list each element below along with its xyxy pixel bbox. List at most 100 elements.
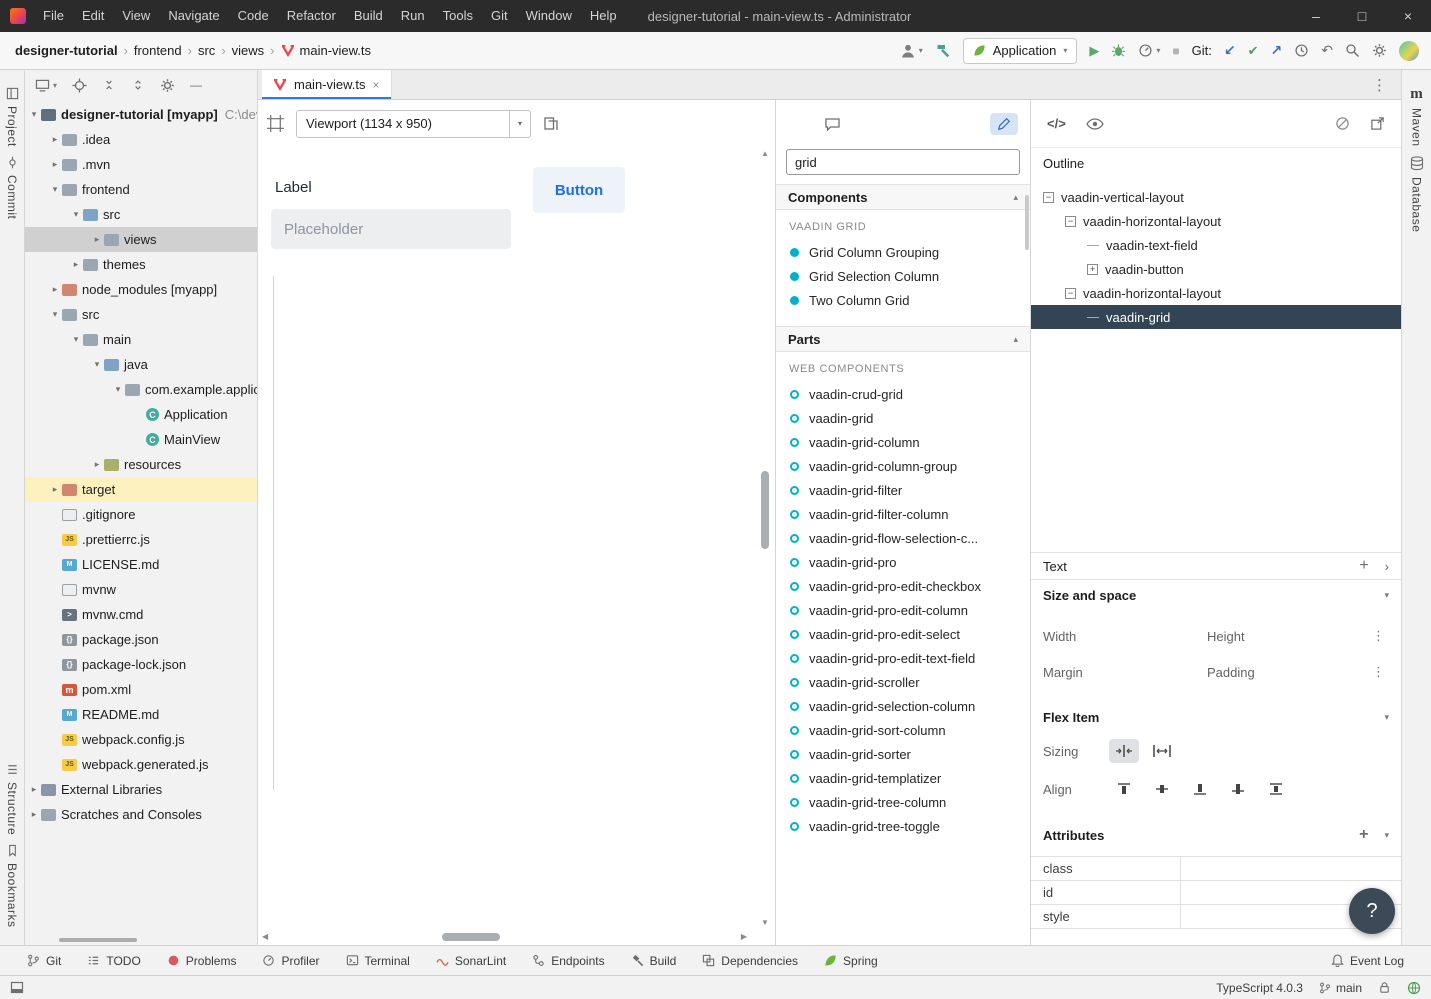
status-globe[interactable]	[1407, 981, 1421, 995]
tree-item-designer-tutorial-myapp[interactable]: ▾designer-tutorial [myapp]C:\dev\	[25, 102, 257, 127]
space-row-menu-icon[interactable]: ⋮	[1368, 664, 1389, 680]
caret-down-icon[interactable]: ▾	[1384, 712, 1389, 723]
coverage-button[interactable]: ▾	[1138, 43, 1160, 58]
tree-item-mvnw-cmd[interactable]: >mvnw.cmd	[25, 602, 257, 627]
outline-collapse-icon[interactable]: −	[1065, 216, 1076, 227]
outline-expand-icon[interactable]: +	[1087, 264, 1098, 275]
outline-item-vaadin-button[interactable]: +vaadin-button	[1031, 257, 1401, 281]
user-menu-button[interactable]: ▾	[900, 43, 923, 59]
project-horizontal-scrollbar[interactable]	[59, 938, 137, 942]
tree-item-node-modules-myapp[interactable]: ▸node_modules [myapp]	[25, 277, 257, 302]
palette-item-vaadin-grid-tree-toggle[interactable]: vaadin-grid-tree-toggle	[776, 814, 1030, 838]
align-end-button[interactable]	[1185, 777, 1215, 801]
canvas-text-field-label[interactable]: Label	[275, 179, 312, 196]
size-section-header[interactable]: Size and space ▾	[1031, 580, 1401, 610]
status-build[interactable]: Build	[618, 946, 690, 975]
palette-item-vaadin-crud-grid[interactable]: vaadin-crud-grid	[776, 382, 1030, 406]
palette-item-vaadin-grid-filter[interactable]: vaadin-grid-filter	[776, 478, 1030, 502]
chevron-right-icon[interactable]: ▸	[49, 284, 61, 295]
artboard-icon[interactable]	[267, 115, 284, 132]
design-canvas[interactable]: Label Button Placeholder ▲ ▼ ◀ ▶	[258, 147, 775, 945]
tree-item-webpack-config-js[interactable]: JSwebpack.config.js	[25, 727, 257, 752]
tree-item-mvnw[interactable]: mvnw	[25, 577, 257, 602]
chevron-right-icon[interactable]: ▸	[91, 459, 103, 470]
tree-item-themes[interactable]: ▸themes	[25, 252, 257, 277]
status-typescript-4-0-3[interactable]: TypeScript 4.0.3	[1216, 981, 1303, 995]
chevron-down-icon[interactable]: ▾	[49, 184, 61, 195]
menu-git[interactable]: Git	[482, 0, 517, 32]
tree-item-package-lock-json[interactable]: {}package-lock.json	[25, 652, 257, 677]
align-start-button[interactable]	[1109, 777, 1139, 801]
width-field[interactable]: Width	[1043, 629, 1207, 644]
tree-item-idea[interactable]: ▸.idea	[25, 127, 257, 152]
sizing-grow-button[interactable]	[1147, 739, 1177, 763]
palette-item-vaadin-grid-filter-column[interactable]: vaadin-grid-filter-column	[776, 502, 1030, 526]
canvas-horizontal-scrollbar[interactable]: ◀ ▶	[262, 930, 747, 943]
status-terminal[interactable]: Terminal	[333, 946, 423, 975]
tree-item-application[interactable]: CApplication	[25, 402, 257, 427]
expand-all-button[interactable]	[131, 78, 145, 92]
search-everywhere-button[interactable]	[1345, 43, 1360, 58]
chevron-right-icon[interactable]: ▸	[49, 484, 61, 495]
maximize-button[interactable]: □	[1339, 0, 1385, 32]
status-problems[interactable]: Problems	[154, 946, 250, 975]
menu-tools[interactable]: Tools	[434, 0, 482, 32]
add-text-icon[interactable]: +	[1359, 558, 1368, 574]
add-attribute-icon[interactable]: +	[1359, 827, 1368, 843]
palette-item-vaadin-grid-tree-column[interactable]: vaadin-grid-tree-column	[776, 790, 1030, 814]
outline-collapse-icon[interactable]: −	[1065, 288, 1076, 299]
chevron-down-icon[interactable]: ▾	[49, 309, 61, 320]
project-options-button[interactable]	[160, 78, 175, 93]
tab-options-icon[interactable]: ⋮	[1358, 76, 1401, 94]
scroll-up-icon[interactable]: ▲	[758, 149, 772, 158]
palette-item-two-column-grid[interactable]: Two Column Grid	[776, 288, 1030, 312]
chevron-right-icon[interactable]: ▸	[70, 259, 82, 270]
open-in-window-icon[interactable]	[1370, 116, 1385, 131]
outline-item-vaadin-grid[interactable]: vaadin-grid	[1031, 305, 1401, 329]
menu-window[interactable]: Window	[517, 0, 581, 32]
scroll-left-icon[interactable]: ◀	[262, 932, 268, 941]
git-push-button[interactable]: ↗	[1271, 42, 1283, 59]
chevron-right-icon[interactable]: ▸	[49, 159, 61, 170]
palette-item-vaadin-grid-pro-edit-select[interactable]: vaadin-grid-pro-edit-select	[776, 622, 1030, 646]
palette-item-vaadin-grid-templatizer[interactable]: vaadin-grid-templatizer	[776, 766, 1030, 790]
components-section-header[interactable]: Components ▴	[776, 184, 1030, 210]
undo-button[interactable]: ↶	[1321, 42, 1333, 59]
status-git[interactable]: Git	[14, 946, 74, 975]
parts-section-header[interactable]: Parts ▴	[776, 326, 1030, 352]
canvas-button[interactable]: Button	[533, 167, 625, 213]
locate-file-button[interactable]	[72, 78, 87, 93]
tab-main-view-ts[interactable]: main-view.ts ×	[262, 70, 392, 99]
viewport-select[interactable]: Viewport (1134 x 950) ▾	[296, 110, 531, 138]
palette-search-input[interactable]	[786, 149, 1020, 175]
caret-down-icon[interactable]: ▾	[1384, 590, 1389, 601]
attributes-section-header[interactable]: Attributes + ▾	[1031, 820, 1401, 850]
palette-item-vaadin-grid[interactable]: vaadin-grid	[776, 406, 1030, 430]
project-view-selector[interactable]: ▾	[35, 79, 57, 92]
minimize-button[interactable]: –	[1293, 0, 1339, 32]
align-baseline-button[interactable]	[1223, 777, 1253, 801]
tool-button-bookmarks[interactable]: Bookmarks	[5, 844, 19, 928]
chevron-right-icon[interactable]: ▸	[28, 809, 40, 820]
menu-navigate[interactable]: Navigate	[159, 0, 228, 32]
hide-panel-button[interactable]: —	[190, 78, 202, 92]
tree-item-package-json[interactable]: {}package.json	[25, 627, 257, 652]
collapse-up-icon[interactable]: ▴	[1013, 334, 1018, 345]
tool-button-structure[interactable]: Structure	[5, 763, 19, 835]
chevron-right-icon[interactable]: ▸	[91, 234, 103, 245]
palette-item-grid-selection-column[interactable]: Grid Selection Column	[776, 264, 1030, 288]
text-section-header[interactable]: Text + ›	[1031, 552, 1401, 580]
status-main[interactable]: main	[1319, 981, 1362, 995]
tree-item-main[interactable]: ▾main	[25, 327, 257, 352]
tree-item-frontend[interactable]: ▾frontend	[25, 177, 257, 202]
tree-item-mvn[interactable]: ▸.mvn	[25, 152, 257, 177]
run-configuration-select[interactable]: Application ▾	[963, 38, 1078, 64]
tool-window-toggle-icon[interactable]	[10, 981, 24, 994]
status-endpoints[interactable]: Endpoints	[519, 946, 617, 975]
menu-help[interactable]: Help	[581, 0, 626, 32]
margin-field[interactable]: Margin	[1043, 665, 1207, 680]
menu-edit[interactable]: Edit	[73, 0, 113, 32]
tree-item-pom-xml[interactable]: mpom.xml	[25, 677, 257, 702]
palette-item-vaadin-grid-flow-selection-c[interactable]: vaadin-grid-flow-selection-c...	[776, 526, 1030, 550]
height-field[interactable]: Height	[1207, 629, 1368, 644]
